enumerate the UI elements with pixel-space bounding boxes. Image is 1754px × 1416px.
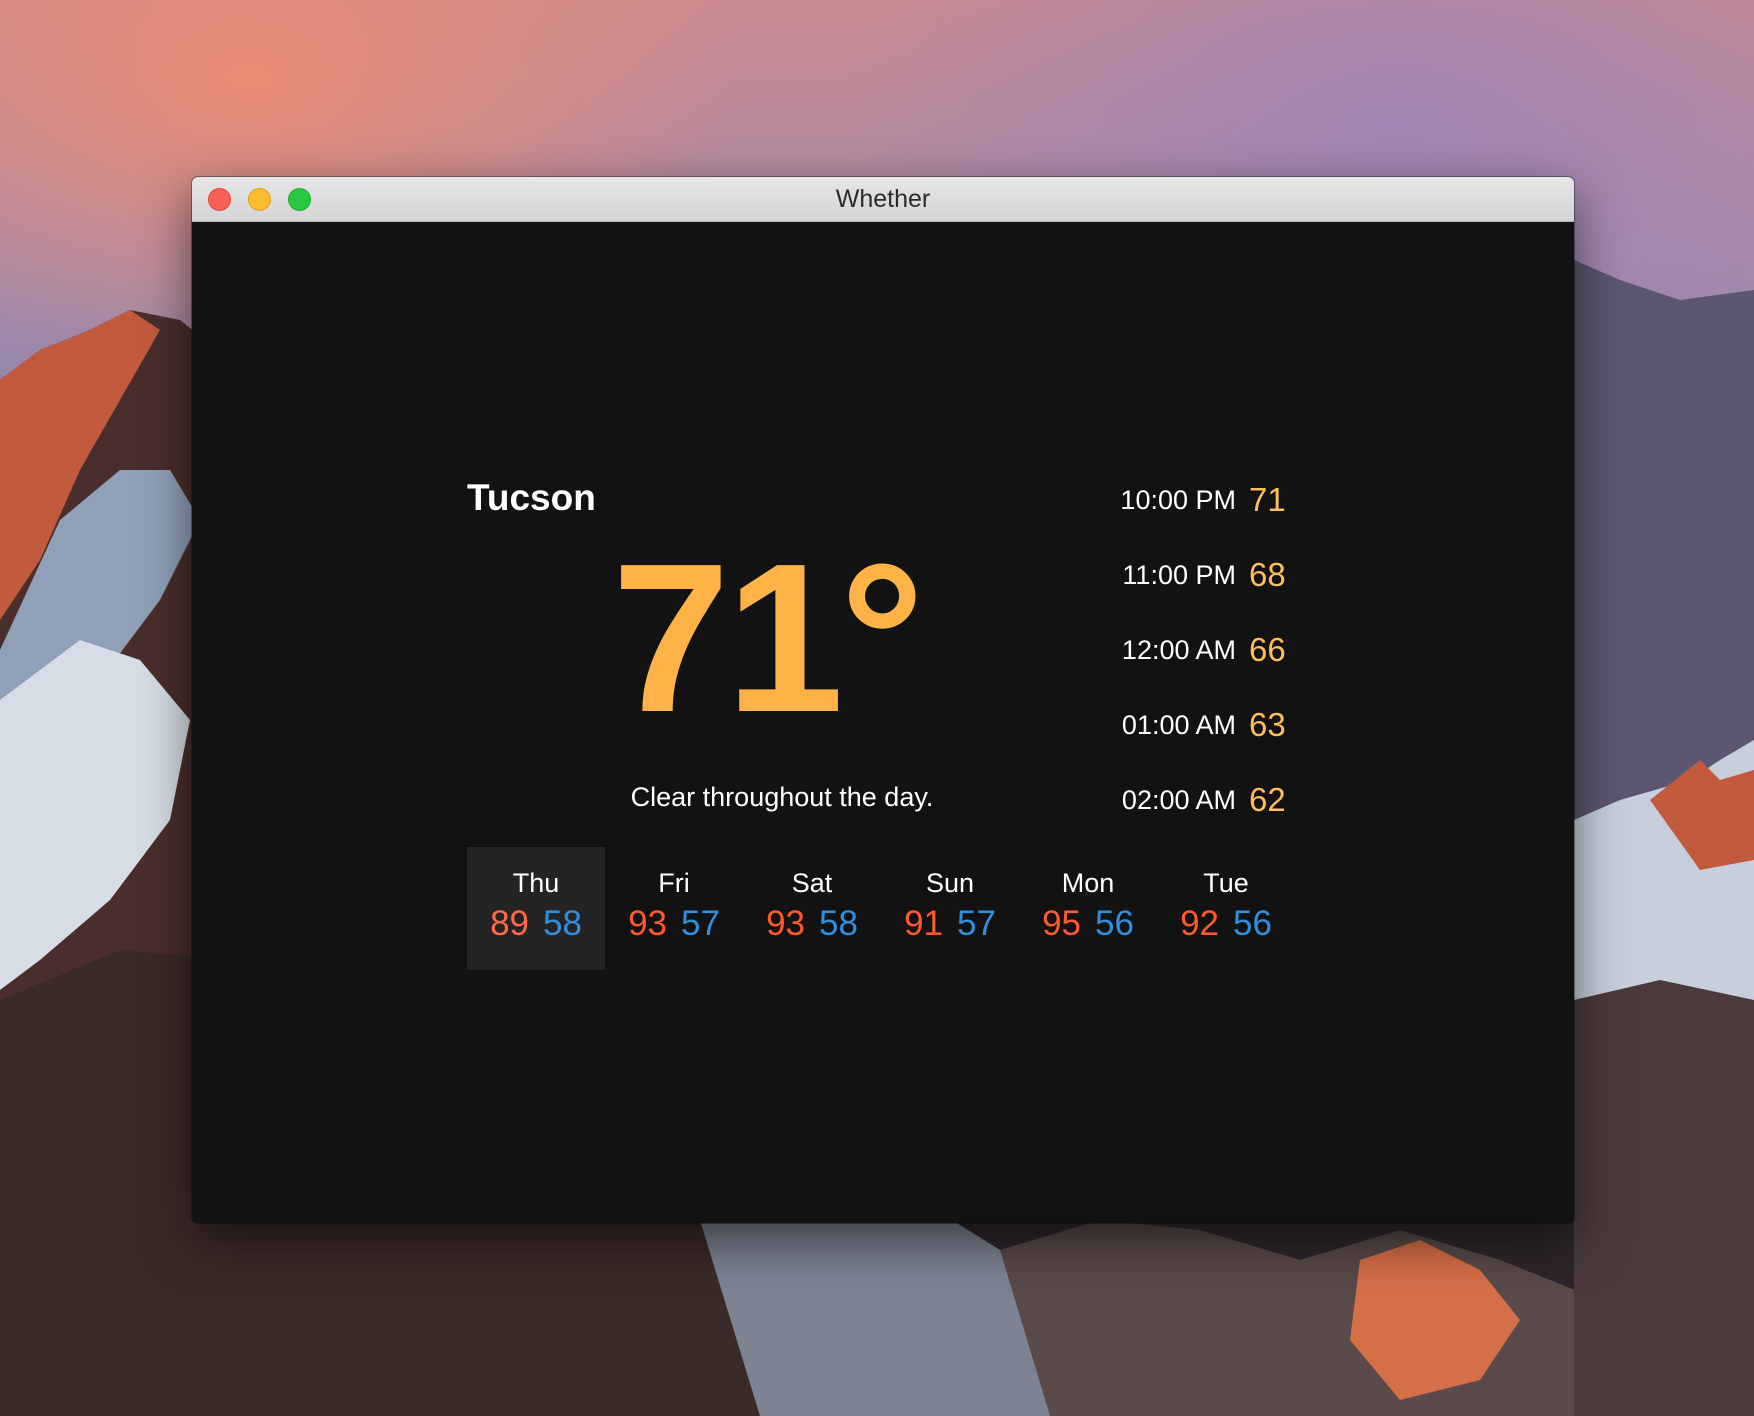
high-temp: 89 [490, 904, 529, 943]
day-temps: 95 56 [1019, 905, 1157, 943]
day-name: Tue [1203, 868, 1249, 898]
low-temp: 58 [819, 904, 858, 943]
day-tile-sat[interactable]: Sat 93 58 [743, 847, 881, 970]
day-name: Fri [658, 868, 690, 898]
day-temps: 93 57 [605, 905, 743, 943]
day-temps: 91 57 [881, 905, 1019, 943]
hourly-row: 12:00 AM 66 [1092, 619, 1412, 694]
hourly-row: 02:00 AM 62 [1092, 769, 1412, 844]
app-window: Whether Tucson 71° Clear throughout the … [192, 177, 1574, 1223]
hourly-temp: 62 [1249, 781, 1286, 818]
low-temp: 58 [543, 904, 582, 943]
day-tile-fri[interactable]: Fri 93 57 [605, 847, 743, 970]
day-temps: 89 58 [467, 905, 605, 943]
daily-forecast: Thu 89 58 Fri 93 57 Sat 93 58 Sun 91 57 Mon [467, 847, 1295, 970]
day-tile-sun[interactable]: Sun 91 57 [881, 847, 1019, 970]
hourly-time: 01:00 AM [1121, 710, 1236, 740]
day-temps: 92 56 [1157, 905, 1295, 943]
title-bar[interactable]: Whether [192, 177, 1574, 222]
high-temp: 93 [766, 904, 805, 943]
low-temp: 57 [681, 904, 720, 943]
day-name: Mon [1061, 868, 1115, 898]
low-temp: 56 [1233, 904, 1272, 943]
day-temps: 93 58 [743, 905, 881, 943]
hourly-time: 02:00 AM [1121, 785, 1236, 815]
weather-summary: Clear throughout the day. [630, 782, 934, 812]
hourly-row: 11:00 PM 68 [1092, 544, 1412, 619]
day-tile-tue[interactable]: Tue 92 56 [1157, 847, 1295, 970]
day-tile-thu[interactable]: Thu 89 58 [467, 847, 605, 970]
high-temp: 93 [628, 904, 667, 943]
high-temp: 95 [1042, 904, 1081, 943]
high-temp: 91 [904, 904, 943, 943]
day-tile-mon[interactable]: Mon 95 56 [1019, 847, 1157, 970]
hourly-temp: 68 [1249, 556, 1286, 593]
day-name: Sat [791, 868, 833, 898]
low-temp: 56 [1095, 904, 1134, 943]
hourly-temp: 71 [1249, 481, 1286, 518]
hourly-time: 11:00 PM [1122, 560, 1236, 590]
hourly-temp: 66 [1249, 631, 1286, 668]
current-temperature: 71° [612, 519, 925, 756]
hourly-temp: 63 [1249, 706, 1286, 743]
city-name: Tucson [467, 477, 596, 518]
high-temp: 92 [1180, 904, 1219, 943]
hourly-row: 01:00 AM 63 [1092, 694, 1412, 769]
hourly-time: 10:00 PM [1120, 485, 1236, 515]
hourly-row: 10:00 PM 71 [1092, 469, 1412, 544]
day-name: Thu [512, 868, 560, 898]
hourly-forecast: 10:00 PM 71 11:00 PM 68 12:00 AM 66 01:0… [1092, 469, 1412, 844]
hourly-time: 12:00 AM [1121, 635, 1236, 665]
low-temp: 57 [957, 904, 996, 943]
window-title: Whether [835, 185, 931, 213]
day-name: Sun [925, 868, 975, 898]
